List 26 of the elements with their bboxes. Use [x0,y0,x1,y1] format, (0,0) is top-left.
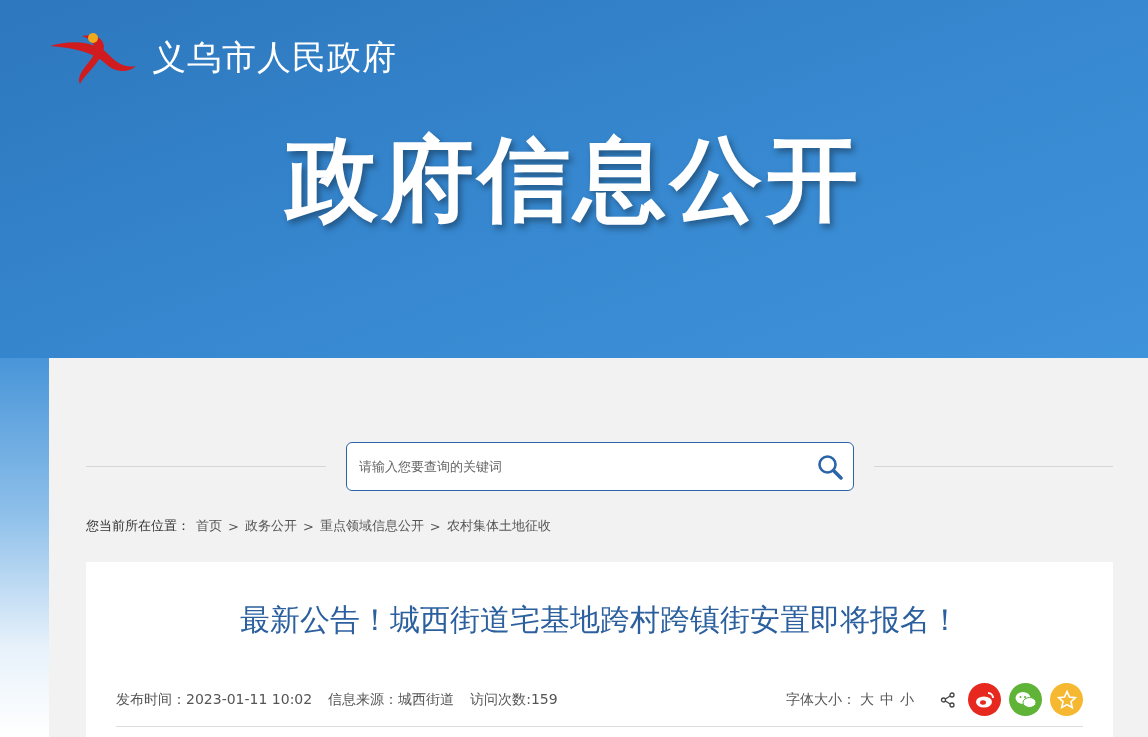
font-size-option[interactable]: 中 [880,690,894,709]
article-meta: 访问次数:159 [470,690,558,709]
article-title: 最新公告！城西街道宅基地跨村跨镇街安置即将报名！ [238,601,961,639]
breadcrumb-label: 您当前所在位置： [86,517,190,535]
article-meta: 信息来源：城西街道 [328,690,455,709]
font-size-option[interactable]: 小 [900,690,914,709]
weibo-share-button[interactable] [968,683,1001,716]
search-field[interactable]: 请输入您要查询的关键词 [345,442,854,491]
star-icon [1056,689,1077,710]
eye-swirl-icon [974,690,995,709]
breadcrumb-separator: > [429,518,441,534]
share-icon[interactable] [940,691,956,708]
article-meta: 发布时间：2023-01-11 10:02 [116,690,313,709]
wechat-share-button[interactable] [1009,683,1042,716]
site-name: 义乌市人民政府 [152,36,397,79]
breadcrumb-separator: > [302,518,314,534]
breadcrumb-link[interactable]: 政务公开 [244,517,297,535]
breadcrumb-link[interactable]: 农村集体土地征收 [446,517,551,535]
breadcrumb-link[interactable]: 首页 [196,517,222,535]
chat-bubbles-icon [1014,690,1037,709]
search-icon[interactable] [816,453,843,480]
breadcrumb-separator: > [228,518,239,534]
font-size-option[interactable]: 大 [860,690,874,709]
banner-title: 政府信息公开 [286,125,862,235]
breadcrumb-link[interactable]: 重点领域信息公开 [319,517,424,535]
font-size-label: 字体大小： [786,690,856,709]
